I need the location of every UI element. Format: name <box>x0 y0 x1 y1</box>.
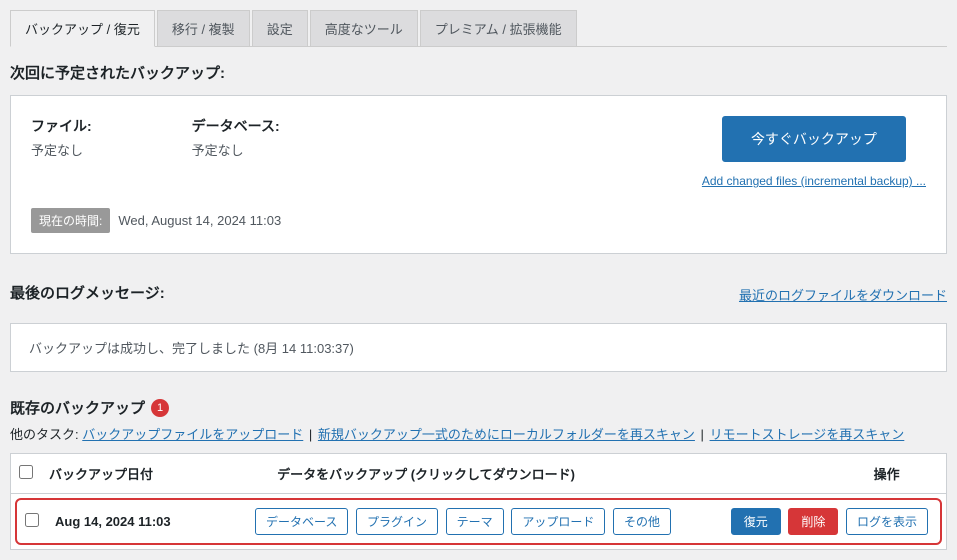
backup-now-button[interactable]: 今すぐバックアップ <box>722 116 906 162</box>
database-value: 予定なし <box>192 140 280 159</box>
upload-backup-link[interactable]: バックアップファイルをアップロード <box>82 427 303 442</box>
other-tasks-label: 他のタスク: <box>10 427 79 442</box>
col-actions: 操作 <box>866 454 947 494</box>
current-time-value: Wed, August 14, 2024 11:03 <box>118 213 281 228</box>
col-data: データをバックアップ (クリックしてダウンロード) <box>269 454 866 494</box>
row-checkbox[interactable] <box>25 513 39 527</box>
tab-advanced[interactable]: 高度なツール <box>310 10 418 46</box>
backups-table: バックアップ日付 データをバックアップ (クリックしてダウンロード) 操作 Au… <box>10 453 947 550</box>
download-database-button[interactable]: データベース <box>255 508 348 535</box>
download-plugins-button[interactable]: プラグイン <box>356 508 438 535</box>
backup-date: Aug 14, 2024 11:03 <box>55 514 255 529</box>
next-scheduled-title: 次回に予定されたバックアップ: <box>10 62 947 83</box>
restore-button[interactable]: 復元 <box>731 508 781 535</box>
log-title: 最後のログメッセージ: <box>10 282 165 303</box>
download-others-button[interactable]: その他 <box>613 508 671 535</box>
tab-settings[interactable]: 設定 <box>252 10 308 46</box>
next-scheduled-panel: ファイル: 予定なし データベース: 予定なし 今すぐバックアップ Add ch… <box>10 95 947 254</box>
files-value: 予定なし <box>31 140 92 159</box>
log-message: バックアップは成功し、完了しました (8月 14 11:03:37) <box>10 323 947 372</box>
download-themes-button[interactable]: テーマ <box>446 508 504 535</box>
tab-backup-restore[interactable]: バックアップ / 復元 <box>10 10 155 47</box>
existing-backups-title: 既存のバックアップ <box>10 397 145 418</box>
files-label: ファイル: <box>31 116 92 136</box>
tab-migrate[interactable]: 移行 / 複製 <box>157 10 250 46</box>
incremental-backup-link[interactable]: Add changed files (incremental backup) .… <box>702 174 926 188</box>
download-uploads-button[interactable]: アップロード <box>511 508 605 535</box>
select-all-checkbox[interactable] <box>19 465 33 479</box>
current-time-label: 現在の時間: <box>31 208 110 233</box>
col-date: バックアップ日付 <box>41 454 269 494</box>
rescan-remote-link[interactable]: リモートストレージを再スキャン <box>710 427 905 442</box>
rescan-local-link[interactable]: 新規バックアップ一式のためにローカルフォルダーを再スキャン <box>318 427 695 442</box>
delete-button[interactable]: 削除 <box>788 508 838 535</box>
tab-bar: バックアップ / 復元 移行 / 複製 設定 高度なツール プレミアム / 拡張… <box>10 10 947 47</box>
tab-premium[interactable]: プレミアム / 拡張機能 <box>420 10 577 46</box>
existing-count-badge: 1 <box>151 399 169 417</box>
download-log-link[interactable]: 最近のログファイルをダウンロード <box>739 285 947 304</box>
view-log-button[interactable]: ログを表示 <box>846 508 928 535</box>
database-label: データベース: <box>192 116 280 136</box>
